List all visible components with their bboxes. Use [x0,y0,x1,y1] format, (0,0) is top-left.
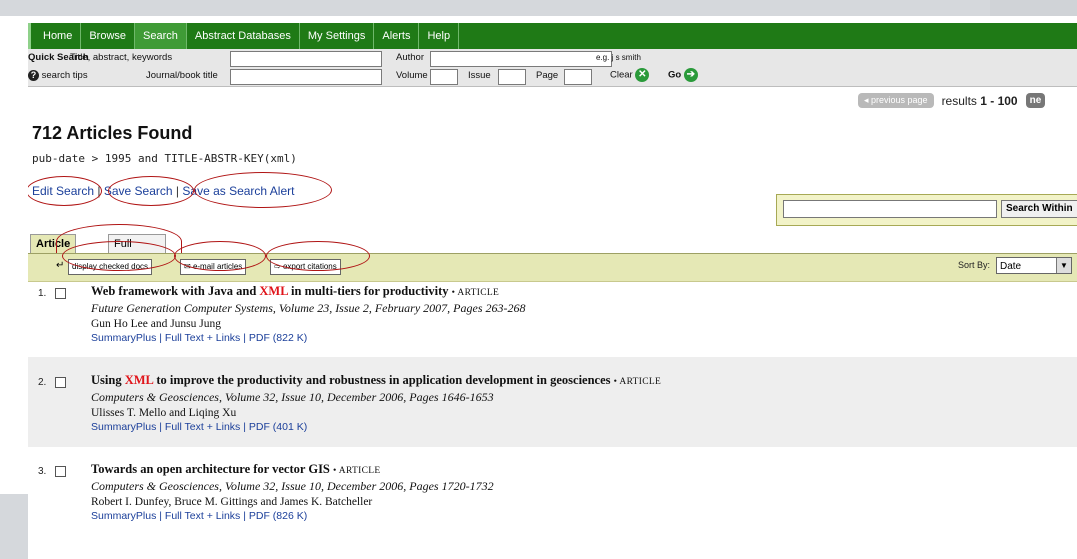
result-number: 1. [38,288,47,299]
search-tips-link[interactable]: ? search tips [28,70,88,81]
result-checkbox[interactable] [55,466,66,477]
results-count-heading: 712 Articles Found [32,123,193,143]
result-links[interactable]: SummaryPlus | Full Text + Links | PDF (4… [91,421,661,433]
result-source: Future Generation Computer Systems, Volu… [91,301,526,315]
result-authors: Robert I. Dunfey, Bruce M. Gittings and … [91,496,373,508]
result-authors: Gun Ho Lee and Junsu Jung [91,318,221,330]
search-within-panel: Search Within [776,194,1077,226]
dropdown-arrow-icon: ▼ [1056,258,1071,273]
nav-alerts[interactable]: Alerts [374,23,420,49]
clear-x-icon: ✕ [635,68,650,82]
title-abstract-label: Title, abstract, keywords [70,52,173,63]
title-abstract-input[interactable] [230,51,382,67]
page-label: Page [536,70,559,81]
journal-title-input[interactable] [230,69,382,85]
result-type: • ARTICLE [333,466,381,476]
result-item: 2. Using XML to improve the productivity… [28,357,1077,447]
go-arrow-icon: ➔ [683,68,698,82]
result-type: • ARTICLE [613,377,662,387]
result-title[interactable]: Towards an open architecture for vector … [91,462,494,477]
result-title[interactable]: Web framework with Java and XML in multi… [91,284,526,299]
result-number: 2. [38,377,47,388]
go-button[interactable]: Go ➔ [668,68,698,82]
sort-by-select[interactable]: Date ▼ [996,257,1072,274]
author-hint: e.g. j s smith [596,53,641,62]
nav-search[interactable]: Search [135,23,187,49]
top-nav: Home Browse Search Abstract Databases My… [28,23,1077,49]
result-item: 3. Towards an open architecture for vect… [28,449,1077,549]
author-label: Author [396,52,424,63]
issue-input[interactable] [498,69,526,85]
result-item: 1. Web framework with Java and XML in mu… [28,281,1077,355]
help-icon: ? [28,70,39,81]
result-title[interactable]: Using XML to improve the productivity an… [91,373,661,388]
issue-label: Issue [468,70,491,81]
annotation-circle [62,241,176,271]
quick-search-panel: Quick Search Title, abstract, keywords A… [28,49,1077,87]
background-page-left [0,16,28,494]
annotation-circle [266,241,370,271]
results-range: results 1 - 100 [941,93,1018,108]
page-input[interactable] [564,69,592,85]
journal-title-label: Journal/book title [146,70,218,81]
result-source: Computers & Geosciences, Volume 32, Issu… [91,479,494,493]
search-query-text: pub-date > 1995 and TITLE-ABSTR-KEY(xml) [32,152,297,165]
search-results-page: Home Browse Search Abstract Databases My… [28,16,1077,559]
volume-input[interactable] [430,69,458,85]
next-page-button[interactable]: ne [1025,93,1046,108]
results-pager: ◂ previous page results 1 - 100 ne [858,93,1046,108]
nav-abstract-databases[interactable]: Abstract Databases [187,23,300,49]
check-arrow-icon: ↵ [56,260,65,271]
search-within-input[interactable] [783,200,997,218]
result-links[interactable]: SummaryPlus | Full Text + Links | PDF (8… [91,332,526,344]
annotation-circle [108,176,194,206]
result-number: 3. [38,466,47,477]
nav-browse[interactable]: Browse [81,23,136,49]
nav-help[interactable]: Help [419,23,460,49]
result-authors: Ulisses T. Mello and Liqing Xu [91,407,237,419]
nav-home[interactable]: Home [28,23,82,49]
result-checkbox[interactable] [55,377,66,388]
previous-page-button[interactable]: ◂ previous page [858,93,934,108]
annotation-circle [194,172,332,208]
result-checkbox[interactable] [55,288,66,299]
nav-my-settings[interactable]: My Settings [300,23,375,49]
search-within-button[interactable]: Search Within [1001,200,1077,218]
clear-button[interactable]: Clear ✕ [610,68,650,82]
author-input[interactable] [430,51,612,67]
volume-label: Volume [396,70,428,81]
result-links[interactable]: SummaryPlus | Full Text + Links | PDF (8… [91,510,494,522]
result-source: Computers & Geosciences, Volume 32, Issu… [91,390,494,404]
sort-by-label: Sort By: [958,260,991,270]
annotation-circle [174,241,266,271]
result-type: • ARTICLE [451,288,500,298]
annotation-circle [28,176,102,206]
